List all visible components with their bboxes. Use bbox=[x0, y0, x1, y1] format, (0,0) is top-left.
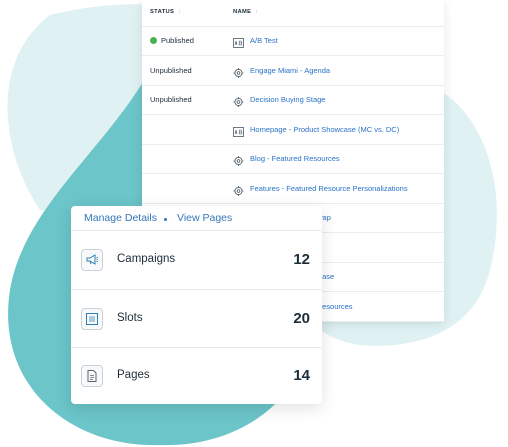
status-text: Published bbox=[161, 36, 194, 45]
table-header: STATUS ↕ NAME ↕ bbox=[142, 0, 444, 27]
row-name-link[interactable]: Decision Buying Stage bbox=[250, 95, 325, 104]
table-row[interactable]: Blog - Featured Resources bbox=[142, 144, 444, 174]
target-icon bbox=[233, 65, 244, 78]
target-icon bbox=[233, 183, 244, 196]
target-icon bbox=[233, 153, 244, 166]
sort-icon: ↕ bbox=[255, 9, 259, 15]
row-name-link[interactable]: Homepage - Product Showcase (MC vs. DC) bbox=[250, 125, 399, 134]
summary-tabs: Manage Details View Pages bbox=[71, 206, 322, 231]
summary-row-campaigns[interactable]: Campaigns 12 bbox=[71, 231, 322, 290]
ab-test-icon bbox=[233, 35, 244, 48]
pages-count: 14 bbox=[293, 367, 310, 384]
slots-icon bbox=[81, 308, 103, 330]
tab-manage-details[interactable]: Manage Details bbox=[84, 212, 157, 224]
row-name-link[interactable]: A/B Test bbox=[250, 36, 278, 45]
table-row[interactable]: Published A/B Test bbox=[142, 26, 444, 56]
status-column-header[interactable]: STATUS ↕ bbox=[150, 9, 181, 15]
table-row[interactable]: Homepage - Product Showcase (MC vs. DC) bbox=[142, 115, 444, 145]
document-icon bbox=[81, 365, 103, 387]
slots-count: 20 bbox=[293, 310, 310, 327]
target-icon bbox=[233, 94, 244, 107]
table-row[interactable]: Unpublished Decision Buying Stage bbox=[142, 85, 444, 115]
name-column-header[interactable]: NAME ↕ bbox=[233, 9, 258, 15]
table-row[interactable]: Unpublished Engage Miami - Agenda bbox=[142, 56, 444, 86]
row-name-link[interactable]: Blog - Featured Resources bbox=[250, 154, 340, 163]
tab-separator-dot bbox=[164, 218, 167, 221]
campaigns-count: 12 bbox=[293, 251, 310, 268]
table-row[interactable]: Features - Featured Resource Personaliza… bbox=[142, 174, 444, 204]
slots-label: Slots bbox=[117, 312, 143, 324]
ab-test-icon bbox=[233, 124, 244, 137]
summary-card: Manage Details View Pages Campaigns 12 S… bbox=[71, 206, 322, 404]
campaigns-label: Campaigns bbox=[117, 253, 176, 265]
row-name-link[interactable]: Engage Miami - Agenda bbox=[250, 66, 330, 75]
row-name-link[interactable]: Features - Featured Resource Personaliza… bbox=[250, 184, 408, 193]
status-text: Unpublished bbox=[150, 65, 192, 75]
status-cell: Published bbox=[150, 36, 194, 45]
sort-icon: ↕ bbox=[178, 9, 182, 15]
summary-row-pages[interactable]: Pages 14 bbox=[71, 348, 322, 404]
summary-row-slots[interactable]: Slots 20 bbox=[71, 290, 322, 348]
status-cell: Unpublished bbox=[150, 95, 192, 104]
tab-view-pages[interactable]: View Pages bbox=[177, 212, 232, 224]
pages-label: Pages bbox=[117, 369, 150, 381]
published-status-dot bbox=[150, 37, 157, 44]
status-cell: Unpublished bbox=[150, 66, 192, 75]
megaphone-icon bbox=[81, 249, 103, 271]
status-header-label: STATUS bbox=[150, 9, 175, 15]
status-text: Unpublished bbox=[150, 95, 192, 104]
name-header-label: NAME bbox=[233, 9, 252, 15]
